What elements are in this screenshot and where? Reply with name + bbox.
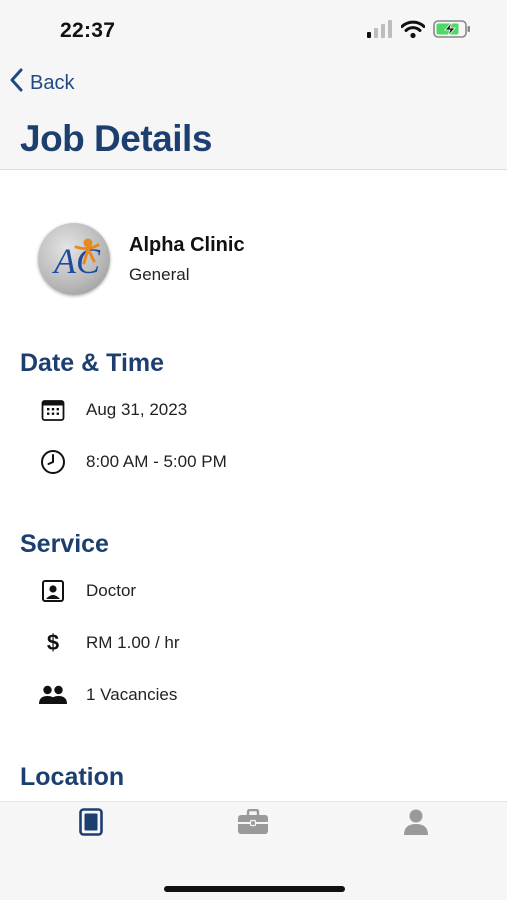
job-date: Aug 31, 2023 [86, 400, 188, 419]
service-vacancies: 1 Vacancies [86, 685, 178, 704]
clock-icon [38, 447, 68, 477]
clinic-name: Alpha Clinic [129, 233, 245, 256]
page-title: Job Details [20, 118, 212, 159]
status-bar: 22:37 [0, 0, 507, 60]
section-title-service: Service [20, 530, 109, 558]
clinic-logo: AC [38, 223, 110, 295]
person-icon [403, 808, 429, 841]
time-row: 8:00 AM - 5:00 PM [38, 447, 227, 477]
tab-jobs[interactable] [75, 807, 107, 841]
person-badge-icon [38, 576, 68, 606]
vacancies-row: 1 Vacancies [38, 680, 177, 710]
clinic-info: Alpha Clinic General [129, 234, 245, 285]
service-rate: RM 1.00 / hr [86, 633, 180, 652]
dollar-icon: $ [46, 630, 60, 655]
section-title-location: Location [20, 763, 125, 791]
home-indicator[interactable] [164, 886, 345, 892]
clinic-header: AC Alpha Clinic General [38, 223, 245, 295]
date-row: Aug 31, 2023 [38, 395, 187, 425]
clinic-category: General [129, 264, 190, 284]
rate-row: $ RM 1.00 / hr [38, 628, 180, 658]
nav-header: Back Job Details [0, 60, 507, 170]
wifi-icon [400, 20, 426, 43]
chevron-left-icon [10, 68, 24, 98]
document-icon [79, 807, 103, 841]
section-title-datetime: Date & Time [20, 349, 165, 377]
status-icons [367, 20, 471, 43]
people-icon [38, 680, 68, 710]
tab-profile[interactable] [400, 808, 432, 840]
calendar-icon [38, 395, 68, 425]
role-row: Doctor [38, 576, 136, 606]
back-button[interactable]: Back [10, 68, 74, 98]
tab-briefcase[interactable] [237, 808, 269, 840]
battery-icon [433, 20, 471, 43]
tab-bar [0, 801, 507, 900]
back-label: Back [30, 71, 75, 94]
status-time: 22:37 [60, 19, 116, 42]
briefcase-icon [237, 808, 269, 840]
job-details-content[interactable]: AC Alpha Clinic General Date & Time Aug … [0, 171, 507, 801]
service-role: Doctor [86, 581, 137, 600]
job-time-range: 8:00 AM - 5:00 PM [86, 452, 227, 471]
signal-icon [367, 20, 393, 43]
